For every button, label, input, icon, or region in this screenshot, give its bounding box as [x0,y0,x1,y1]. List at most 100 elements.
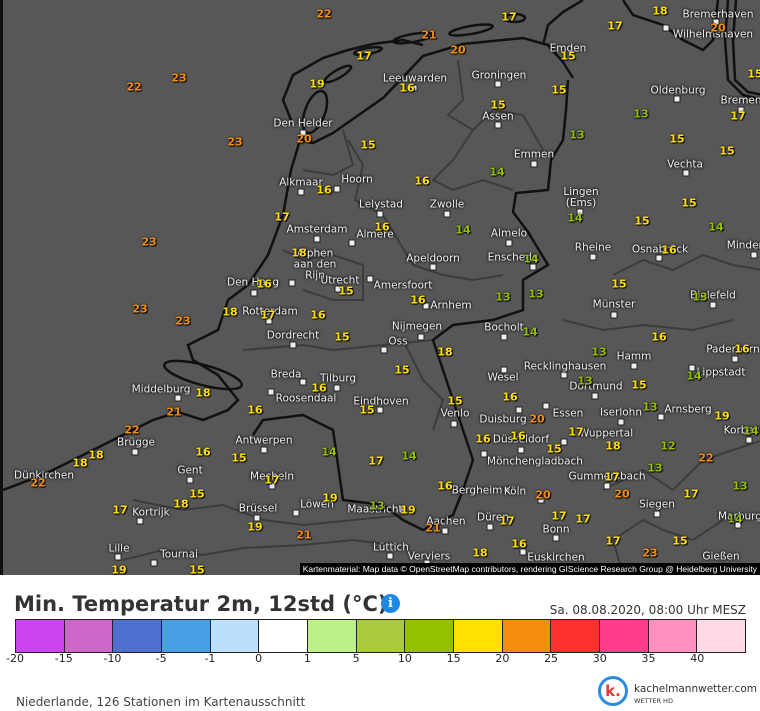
temperature-value[interactable]: 16 [511,539,526,550]
temperature-value[interactable]: 15 [551,85,566,96]
temperature-value[interactable]: 20 [296,134,311,145]
station-marker[interactable] [630,362,638,370]
temperature-value[interactable]: 16 [311,383,326,394]
temperature-value[interactable]: 16 [661,245,676,256]
kachelmann-logo[interactable]: k. [598,676,628,706]
station-marker[interactable] [662,24,670,32]
temperature-value[interactable]: 20 [529,414,544,425]
temperature-value[interactable]: 14 [708,222,723,233]
station-marker[interactable] [750,251,758,259]
temperature-value[interactable]: 18 [605,441,620,452]
temperature-value[interactable]: 18 [472,548,487,559]
temperature-value[interactable]: 15 [231,453,246,464]
temperature-value[interactable]: 21 [421,30,436,41]
station-marker[interactable] [515,406,523,414]
temperature-value[interactable]: 14 [567,213,582,224]
temperature-value[interactable]: 18 [195,388,210,399]
temperature-value[interactable]: 23 [642,548,657,559]
temperature-value[interactable]: 20 [535,490,550,501]
temperature-value[interactable]: 15 [394,365,409,376]
temperature-value[interactable]: 15 [359,405,374,416]
temperature-value[interactable]: 13 [647,463,662,474]
temperature-value[interactable]: 17 [112,505,127,516]
station-marker[interactable] [443,210,451,218]
temperature-value[interactable]: 18 [437,347,452,358]
station-marker[interactable] [505,239,513,247]
station-marker[interactable] [380,346,388,354]
station-marker[interactable] [333,185,341,193]
temperature-value[interactable]: 17 [260,310,275,321]
temperature-value[interactable]: 23 [171,73,186,84]
station-marker[interactable] [709,301,717,309]
station-marker[interactable] [297,188,305,196]
temperature-value[interactable]: 15 [747,69,760,80]
temperature-value[interactable]: 13 [633,109,648,120]
temperature-value[interactable]: 23 [132,304,147,315]
station-marker[interactable] [174,394,182,402]
temperature-value[interactable]: 20 [450,45,465,56]
station-marker[interactable] [589,253,597,261]
station-marker[interactable] [731,355,739,363]
temperature-value[interactable]: 15 [631,380,646,391]
temperature-value[interactable]: 15 [490,100,505,111]
temperature-value[interactable]: 23 [227,137,242,148]
temperature-value[interactable]: 13 [569,130,584,141]
temperature-value[interactable]: 12 [660,441,675,452]
station-marker[interactable] [653,510,661,518]
temperature-value[interactable]: 14 [522,327,537,338]
temperature-value[interactable]: 17 [551,511,566,522]
brand-name[interactable]: kachelmannwetter.com [634,683,757,695]
temperature-value[interactable]: 13 [692,292,707,303]
temperature-value[interactable]: 17 [264,475,279,486]
station-marker[interactable] [136,517,144,525]
temperature-value[interactable]: 19 [111,565,126,576]
temperature-value[interactable]: 17 [607,21,622,32]
temperature-value[interactable]: 14 [455,225,470,236]
temperature-value[interactable]: 16 [502,392,517,403]
temperature-value[interactable]: 15 [334,332,349,343]
temperature-value[interactable]: 14 [743,426,758,437]
station-marker[interactable] [114,553,122,561]
temperature-value[interactable]: 20 [710,23,725,34]
temperature-value[interactable]: 17 [501,12,516,23]
station-marker[interactable] [486,523,494,531]
station-marker[interactable] [673,95,681,103]
info-icon[interactable]: i [381,594,400,613]
temperature-value[interactable]: 16 [374,222,389,233]
temperature-value[interactable]: 22 [698,453,713,464]
station-marker[interactable] [376,210,384,218]
station-marker[interactable] [441,527,449,535]
temperature-value[interactable]: 15 [546,444,561,455]
temperature-value[interactable]: 18 [291,248,306,259]
temperature-value[interactable]: 16 [256,279,271,290]
temperature-value[interactable]: 19 [247,522,262,533]
temperature-value[interactable]: 16 [410,295,425,306]
station-marker[interactable] [386,552,394,560]
station-marker[interactable] [560,371,568,379]
temperature-value[interactable]: 19 [400,505,415,516]
temperature-value[interactable]: 14 [523,254,538,265]
temperature-value[interactable]: 14 [321,447,336,458]
temperature-value[interactable]: 15 [719,146,734,157]
station-marker[interactable] [530,160,538,168]
temperature-value[interactable]: 16 [437,481,452,492]
temperature-value[interactable]: 15 [447,396,462,407]
temperature-value[interactable]: 13 [528,289,543,300]
temperature-value[interactable]: 18 [652,6,667,17]
temperature-value[interactable]: 21 [296,530,311,541]
station-marker[interactable] [250,289,258,297]
temperature-value[interactable]: 15 [611,279,626,290]
temperature-value[interactable]: 13 [369,501,384,512]
temperature-value[interactable]: 16 [195,447,210,458]
temperature-value[interactable]: 18 [222,307,237,318]
temperature-value[interactable]: 13 [577,376,592,387]
temperature-value[interactable]: 14 [727,514,742,525]
temperature-value[interactable]: 16 [510,431,525,442]
temperature-value[interactable]: 17 [368,456,383,467]
temperature-value[interactable]: 17 [604,472,619,483]
temperature-value[interactable]: 17 [683,489,698,500]
station-marker[interactable] [617,418,625,426]
station-marker[interactable] [591,392,599,400]
temperature-value[interactable]: 18 [173,499,188,510]
temperature-value[interactable]: 21 [166,407,181,418]
